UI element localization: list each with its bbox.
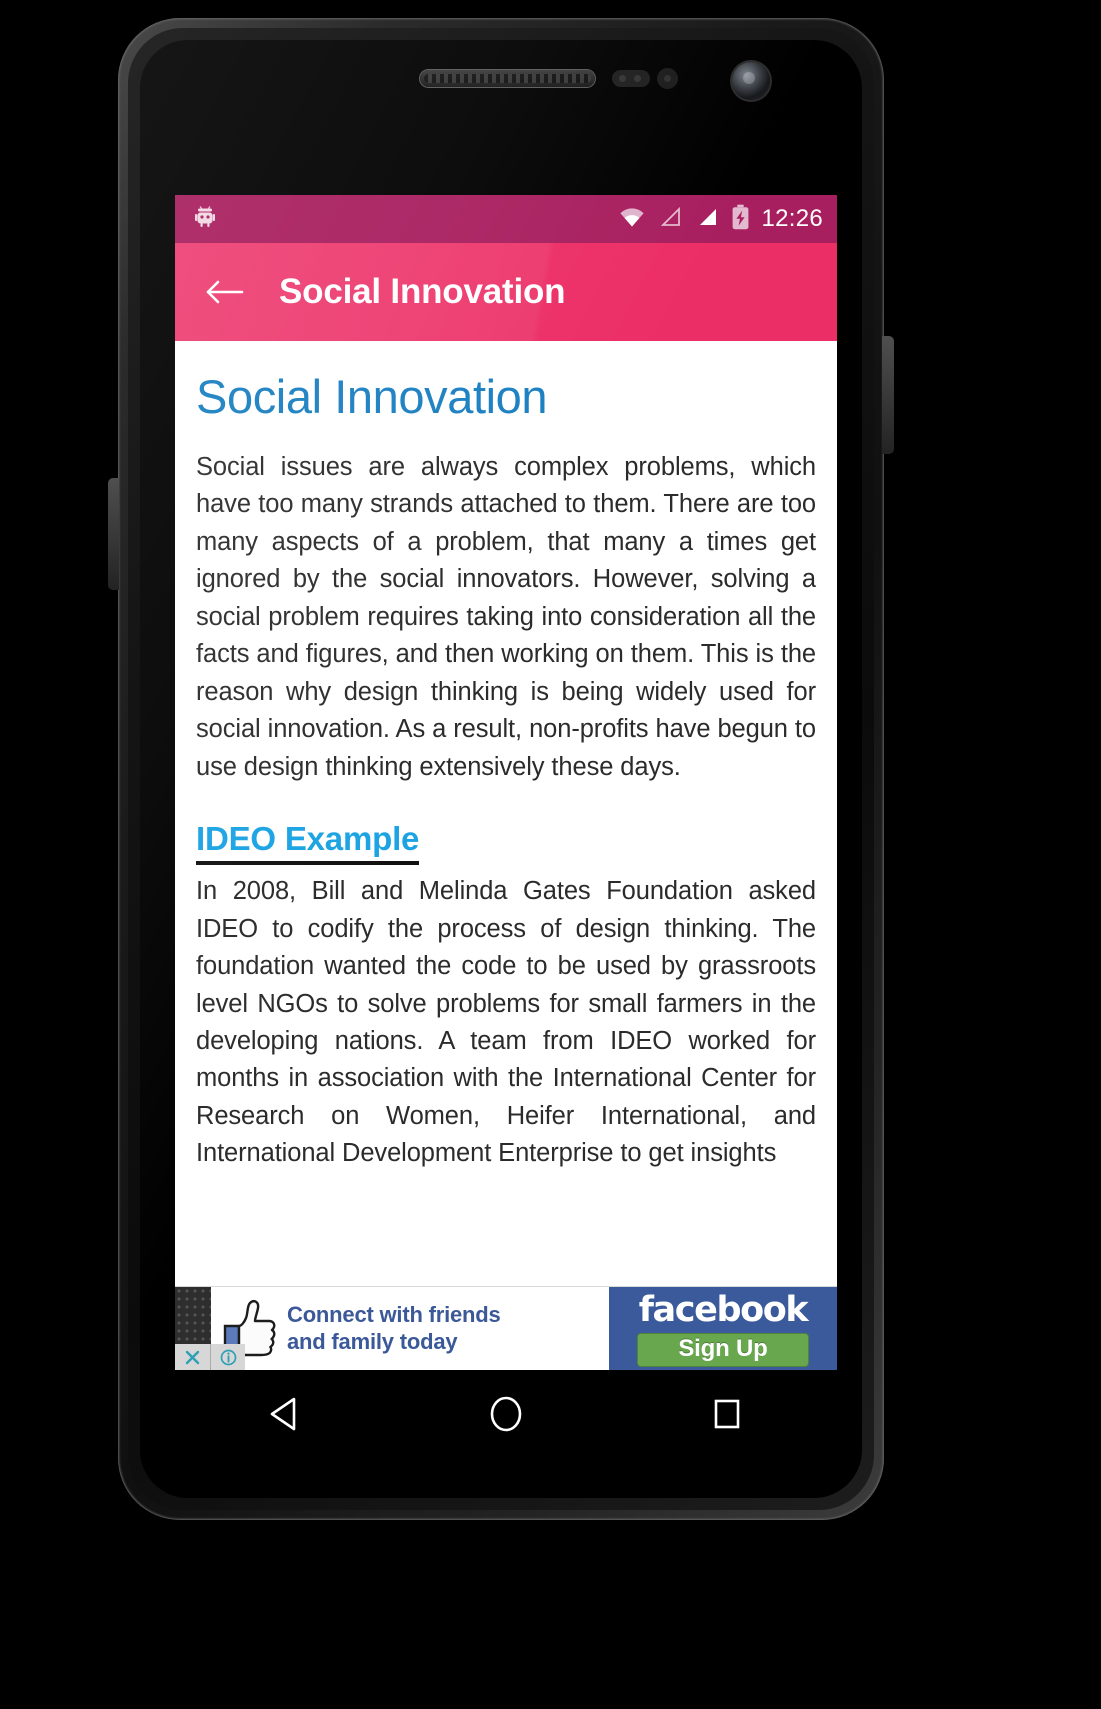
article-subheading: IDEO Example (196, 820, 419, 866)
power-button[interactable] (882, 336, 894, 454)
battery-charging-icon (731, 204, 750, 235)
status-bar: 12:26 (175, 195, 837, 243)
signal-empty-icon (657, 205, 683, 234)
wifi-icon (618, 205, 646, 234)
phone-screen: 12:26 Social Innovation Social Innovatio… (175, 195, 837, 1370)
close-icon[interactable] (175, 1344, 210, 1370)
article-heading: Social Innovation (196, 370, 548, 423)
nav-recents-square-icon[interactable] (679, 1370, 775, 1458)
status-bar-left (193, 205, 217, 234)
android-nav-bar (175, 1370, 837, 1458)
article-paragraph-1: Social issues are always complex problem… (196, 452, 816, 781)
info-icon[interactable] (210, 1344, 245, 1370)
ad-brand-panel[interactable]: facebook Sign Up (609, 1287, 837, 1370)
proximity-sensor-icon (612, 70, 650, 87)
status-bar-clock: 12:26 (761, 205, 823, 232)
ad-tagline: Connect with friends and family today (287, 1302, 501, 1356)
ad-tagline-line-1: Connect with friends (287, 1301, 501, 1327)
ad-tagline-line-2: and family today (287, 1328, 458, 1354)
article-paragraph-2: In 2008, Bill and Melinda Gates Foundati… (196, 877, 816, 1168)
nav-home-circle-icon[interactable] (458, 1370, 554, 1458)
earpiece-grille-icon (420, 70, 595, 87)
front-camera-icon (732, 62, 770, 100)
nav-back-triangle-icon[interactable] (237, 1370, 333, 1458)
screenshot-root: 12:26 Social Innovation Social Innovatio… (0, 0, 1101, 1709)
article-subheading-wrap: IDEO Example (196, 820, 816, 866)
app-bar: Social Innovation (175, 243, 837, 341)
sign-up-button[interactable]: Sign Up (637, 1333, 809, 1367)
page-title: Social Innovation (279, 272, 566, 311)
volume-rocker-button[interactable] (108, 478, 119, 590)
article-content[interactable]: Social Innovation Social issues are alwa… (175, 341, 837, 1370)
ad-banner[interactable]: Connect with friends and family today fa… (175, 1286, 837, 1370)
android-robot-icon (193, 205, 217, 234)
light-sensor-icon (657, 68, 678, 89)
back-arrow-icon[interactable] (197, 265, 251, 319)
status-bar-right: 12:26 (618, 204, 823, 235)
ad-controls (175, 1344, 245, 1370)
facebook-wordmark: facebook (638, 1290, 809, 1330)
ad-message[interactable]: Connect with friends and family today (211, 1287, 609, 1370)
signal-full-icon (694, 205, 720, 234)
